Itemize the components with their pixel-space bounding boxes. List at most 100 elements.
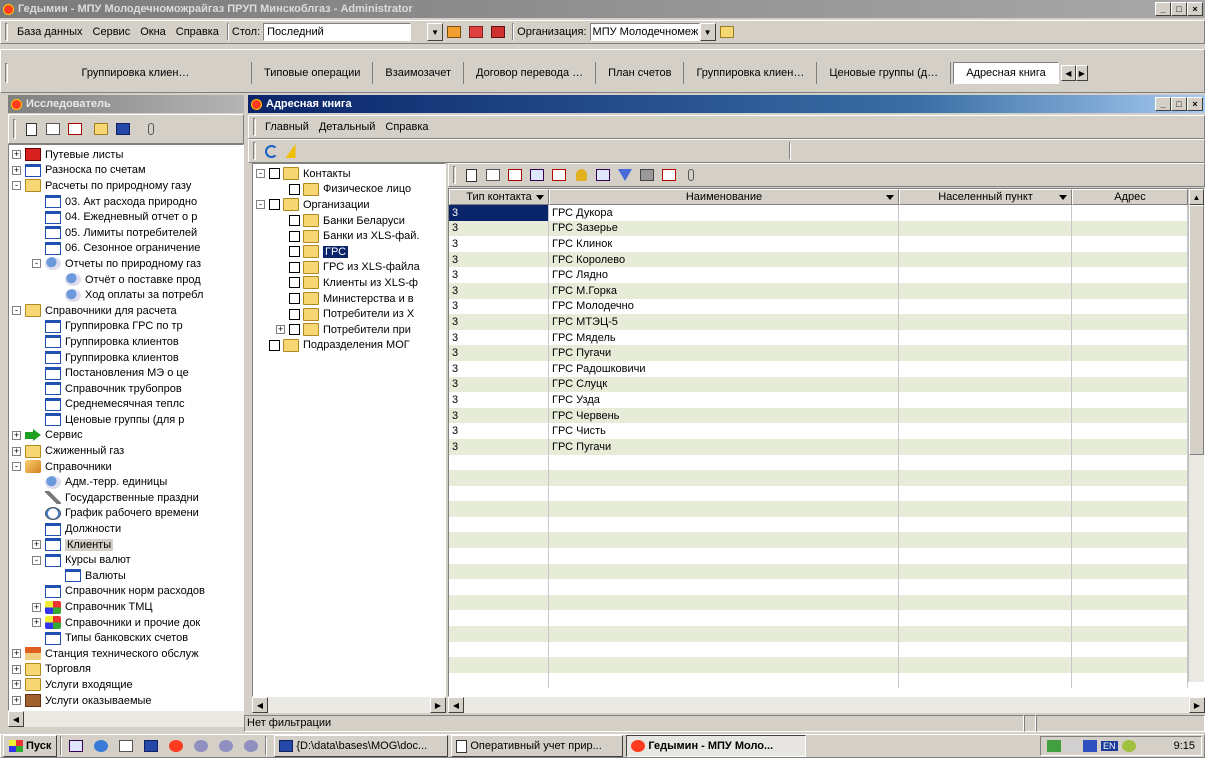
desk-dropdown-button[interactable]: ▼ [427, 23, 444, 41]
explorer-tree-node[interactable]: Адм.-терр. единицы [9, 474, 243, 490]
expand-icon[interactable]: + [12, 165, 21, 175]
task-gedymin[interactable]: Гедымин - МПУ Моло... [626, 735, 807, 757]
explorer-new-button[interactable] [20, 119, 42, 139]
tray-app-icon[interactable] [1121, 740, 1136, 752]
col-header-locality[interactable]: Населенный пункт [899, 189, 1072, 205]
grid-delete-button[interactable] [504, 165, 526, 185]
tree-checkbox[interactable] [289, 261, 300, 273]
explorer-tree-node[interactable]: - Справочники [9, 459, 243, 475]
explorer-tree-node[interactable]: Валюты [9, 568, 243, 584]
quicklaunch-3[interactable] [115, 736, 137, 756]
tree-checkbox[interactable] [289, 277, 300, 289]
ab-tree-node[interactable]: Банки из XLS-фай. [253, 228, 445, 244]
tree-checkbox[interactable] [289, 324, 300, 336]
organization-dropdown-button[interactable]: ▼ [699, 23, 716, 41]
tab-transfer-contract[interactable]: Договор перевода … [464, 62, 597, 84]
collapse-icon[interactable]: - [12, 462, 21, 472]
table-row[interactable]: 3 ГРС Пугачи [449, 345, 1204, 361]
collapse-icon[interactable]: - [32, 555, 41, 565]
expand-icon[interactable]: + [32, 540, 41, 550]
ab-tree-node[interactable]: Клиенты из XLS-ф [253, 275, 445, 291]
menu-service[interactable]: Сервис [88, 26, 136, 38]
col-header-contact-type[interactable]: Тип контакта [449, 189, 549, 205]
grid-hscroll[interactable]: ◀ ▶ [448, 697, 1205, 713]
filter-dropdown-icon[interactable] [1059, 195, 1067, 200]
table-row[interactable]: 3 ГРС Чисть [449, 423, 1204, 439]
grid-print-button[interactable] [636, 165, 658, 185]
grid-attach-button[interactable] [680, 165, 702, 185]
table-row[interactable]: 3 ГРС Мядель [449, 329, 1204, 346]
grid-hscroll-left[interactable]: ◀ [448, 697, 464, 713]
ab-tree-node[interactable]: - Контакты [253, 166, 445, 182]
task-file-explorer[interactable]: {D:\data\bases\MOG\doc... [274, 735, 449, 757]
grid-mail-button[interactable] [548, 165, 570, 185]
minimize-button[interactable]: _ [1155, 2, 1171, 16]
explorer-open-button[interactable] [90, 119, 112, 139]
explorer-tree-node[interactable]: + Торговля [9, 662, 243, 678]
explorer-tree-node[interactable]: 04. Ежедневный отчет о р [9, 209, 243, 225]
grid-hscroll-right[interactable]: ▶ [1189, 697, 1205, 713]
open-folder-button[interactable] [716, 22, 738, 42]
table-row[interactable]: 3 ГРС М.Горка [449, 282, 1204, 299]
expand-icon[interactable]: + [32, 602, 41, 612]
quicklaunch-6[interactable] [190, 736, 212, 756]
quicklaunch-2[interactable] [90, 736, 112, 756]
quicklaunch-7[interactable] [215, 736, 237, 756]
network-icon[interactable] [1047, 740, 1061, 752]
table-row[interactable]: 3 ГРС Лядно [449, 267, 1204, 283]
ab-tree[interactable]: - Контакты Физическое лицо - Организации Банк… [252, 163, 446, 697]
explorer-tree-node[interactable]: + Сервис [9, 428, 243, 444]
table-row[interactable]: 3 ГРС Зазерье [449, 220, 1204, 237]
ab-menu-help[interactable]: Справка [380, 121, 433, 133]
tree-checkbox[interactable] [269, 339, 280, 351]
filter-dropdown-icon[interactable] [536, 195, 544, 200]
col-header-address[interactable]: Адрес [1072, 189, 1188, 205]
ab-close-button[interactable]: × [1187, 97, 1203, 111]
explorer-tree-node[interactable]: + Справочники и прочие док [9, 615, 243, 631]
tree-checkbox[interactable] [269, 199, 280, 211]
expand-icon[interactable]: + [32, 618, 41, 628]
maximize-button[interactable]: □ [1171, 2, 1187, 16]
explorer-tree-node[interactable]: Отчёт о поставке прод [9, 272, 243, 288]
grid-new-button[interactable] [460, 165, 482, 185]
tabs-scroll-right[interactable]: ▶ [1075, 65, 1088, 81]
table-row[interactable]: 3 ГРС Дукора [449, 205, 1204, 221]
close-button[interactable]: × [1187, 2, 1203, 16]
collapse-icon[interactable]: - [12, 306, 21, 316]
ab-menu-detail[interactable]: Детальный [314, 121, 381, 133]
explorer-tree-node[interactable]: - Отчеты по природному газ [9, 256, 243, 272]
grid-vscroll[interactable]: ▲ [1188, 189, 1204, 682]
tab-chart-of-accounts[interactable]: План счетов [596, 62, 685, 84]
grid-copy-button[interactable] [526, 165, 548, 185]
ab-tree-node[interactable]: ГРС из XLS-файла [253, 260, 445, 276]
grid-export-button[interactable] [658, 165, 680, 185]
explorer-tree-node[interactable]: + Справочник ТМЦ [9, 599, 243, 615]
tree-checkbox[interactable] [289, 246, 300, 258]
expand-icon[interactable]: + [12, 430, 21, 440]
quicklaunch-5[interactable] [165, 736, 187, 756]
filter-dropdown-icon[interactable] [886, 195, 894, 200]
expand-icon[interactable]: + [12, 446, 21, 456]
explorer-tree-node[interactable]: + Услуги входящие [9, 677, 243, 693]
explorer-edit-button[interactable] [42, 119, 64, 139]
tab-price-groups[interactable]: Ценовые группы (д… [817, 62, 952, 84]
ab-tree-node[interactable]: ГРС [253, 244, 445, 260]
table-row[interactable]: 3 ГРС Узда [449, 392, 1204, 408]
table-row[interactable]: 3 ГРС Молодечно [449, 298, 1204, 315]
tab-address-book[interactable]: Адресная книга [953, 62, 1059, 84]
explorer-tree-node[interactable]: Постановления МЭ о це [9, 365, 243, 381]
main-title-bar[interactable]: Гедымин - МПУ Молодечноможрайгаз ПРУП Ми… [0, 0, 1205, 18]
menu-database[interactable]: База данных [12, 26, 88, 38]
expand-icon[interactable]: + [12, 649, 21, 659]
explorer-tree-node[interactable]: Группировка ГРС по тр [9, 319, 243, 335]
explorer-tree-node[interactable]: - Расчеты по природному газу [9, 178, 243, 194]
ab-tree-node[interactable]: Министерства и в [253, 291, 445, 307]
explorer-attach-button[interactable] [140, 119, 162, 139]
explorer-tree-node[interactable]: - Курсы валют [9, 552, 243, 568]
ab-tree-node[interactable]: Потребители из Х [253, 306, 445, 322]
explorer-tree-node[interactable]: Должности [9, 521, 243, 537]
tab-client-grouping-1[interactable]: Группировка клиен… [20, 62, 252, 84]
table-row[interactable]: 3 ГРС Королево [449, 251, 1204, 268]
tree-checkbox[interactable] [289, 183, 300, 195]
ok-toolbar-button[interactable] [443, 22, 465, 42]
